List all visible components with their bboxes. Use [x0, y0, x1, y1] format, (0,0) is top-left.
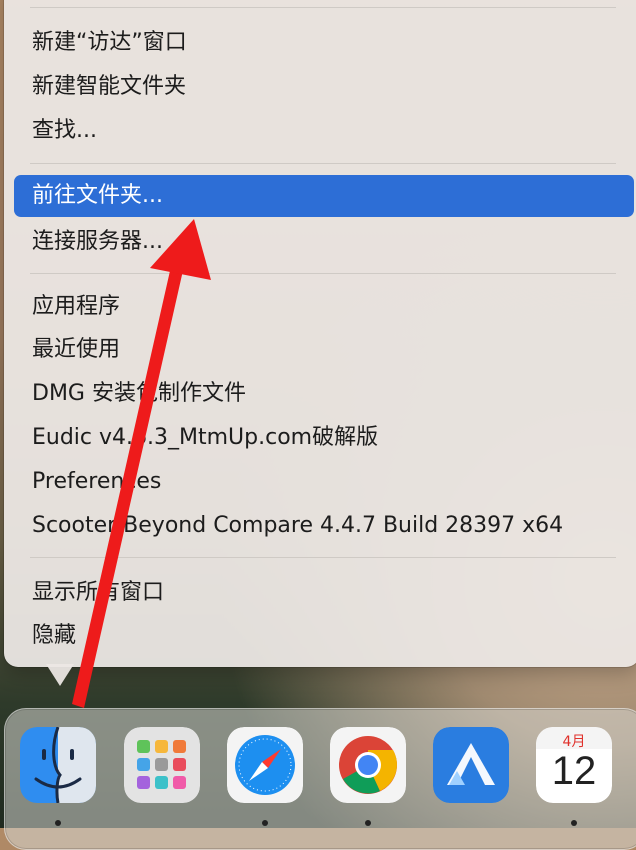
annotation-arrow: [72, 219, 211, 708]
